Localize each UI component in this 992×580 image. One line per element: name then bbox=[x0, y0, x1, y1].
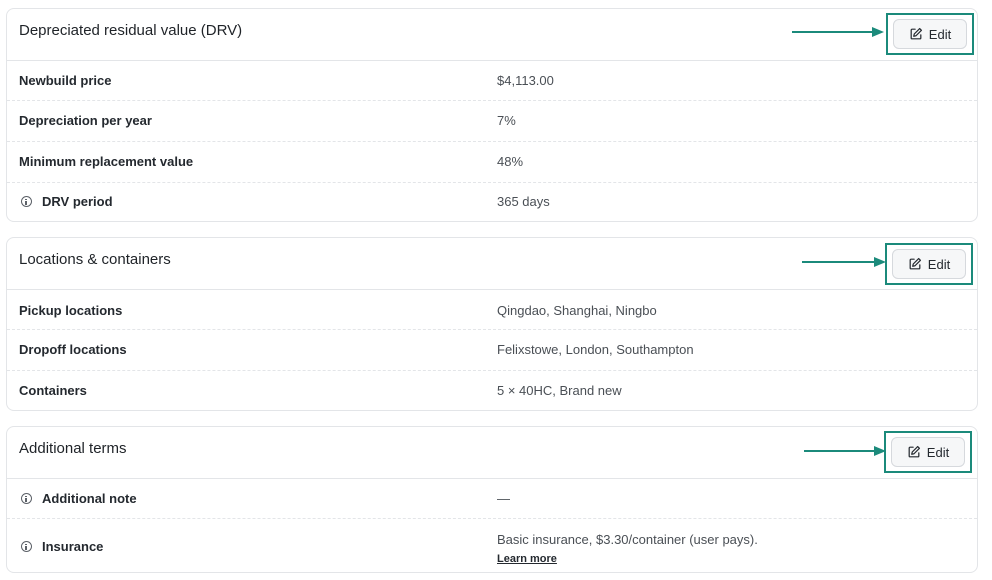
table-row: Additional note — bbox=[7, 479, 977, 519]
table-row: Minimum replacement value 48% bbox=[7, 142, 977, 183]
edit-drv-label: Edit bbox=[928, 26, 952, 42]
table-row: Newbuild price $4,113.00 bbox=[7, 61, 977, 101]
insurance-value-text: Basic insurance, $3.30/container (user p… bbox=[497, 532, 758, 547]
table-row: Containers 5 × 40HC, Brand new bbox=[7, 371, 977, 410]
edit-terms-button[interactable]: Edit bbox=[891, 437, 965, 467]
row-label-additional-note: Additional note bbox=[19, 491, 137, 506]
table-row: Depreciation per year 7% bbox=[7, 101, 977, 142]
edit-locations-button[interactable]: Edit bbox=[892, 249, 966, 279]
drv-card-title: Depreciated residual value (DRV) bbox=[19, 22, 243, 39]
info-icon[interactable] bbox=[21, 196, 32, 207]
row-value-depreciation: 7% bbox=[497, 113, 516, 128]
edit-highlight-terms: Edit bbox=[884, 431, 972, 473]
row-label-pickup: Pickup locations bbox=[19, 303, 123, 318]
arrow-icon bbox=[802, 257, 886, 267]
row-label-min-replacement: Minimum replacement value bbox=[19, 154, 194, 169]
row-value-containers: 5 × 40HC, Brand new bbox=[497, 383, 622, 398]
edit-icon bbox=[910, 27, 922, 40]
row-label-depreciation: Depreciation per year bbox=[19, 113, 152, 128]
row-value-pickup: Qingdao, Shanghai, Ningbo bbox=[497, 303, 657, 318]
locations-card-title: Locations & containers bbox=[19, 251, 171, 268]
learn-more-link[interactable]: Learn more bbox=[497, 553, 557, 565]
row-value-newbuild-price: $4,113.00 bbox=[497, 73, 554, 88]
row-label-drv-period: DRV period bbox=[19, 194, 113, 209]
arrow-icon bbox=[792, 27, 884, 37]
info-icon[interactable] bbox=[21, 541, 32, 552]
edit-drv-button[interactable]: Edit bbox=[893, 19, 967, 49]
table-row: Dropoff locations Felixstowe, London, So… bbox=[7, 330, 977, 371]
row-value-insurance: Basic insurance, $3.30/container (user p… bbox=[497, 532, 758, 565]
table-row: DRV period 365 days bbox=[7, 183, 977, 221]
row-value-drv-period: 365 days bbox=[497, 194, 550, 209]
row-label-containers: Containers bbox=[19, 383, 87, 398]
terms-card-title: Additional terms bbox=[19, 440, 127, 457]
table-row: Insurance Basic insurance, $3.30/contain… bbox=[7, 519, 977, 573]
row-label-newbuild-price: Newbuild price bbox=[19, 73, 112, 88]
drv-period-label-text: DRV period bbox=[42, 194, 113, 209]
edit-icon bbox=[908, 445, 920, 458]
row-value-dropoff: Felixstowe, London, Southampton bbox=[497, 342, 694, 357]
edit-icon bbox=[909, 257, 921, 270]
table-row: Pickup locations Qingdao, Shanghai, Ning… bbox=[7, 290, 977, 330]
additional-note-label-text: Additional note bbox=[42, 491, 137, 506]
edit-terms-label: Edit bbox=[926, 444, 950, 460]
row-value-min-replacement: 48% bbox=[497, 154, 524, 169]
row-label-dropoff: Dropoff locations bbox=[19, 342, 127, 357]
edit-highlight-locations: Edit bbox=[885, 243, 973, 285]
row-label-insurance: Insurance bbox=[19, 539, 103, 554]
row-value-additional-note: — bbox=[497, 491, 510, 506]
edit-locations-label: Edit bbox=[927, 256, 951, 272]
edit-highlight-drv: Edit bbox=[886, 13, 974, 55]
insurance-label-text: Insurance bbox=[42, 539, 104, 554]
info-icon[interactable] bbox=[21, 493, 32, 504]
arrow-icon bbox=[804, 446, 886, 456]
drv-card: Depreciated residual value (DRV) Newbuil… bbox=[6, 8, 978, 222]
